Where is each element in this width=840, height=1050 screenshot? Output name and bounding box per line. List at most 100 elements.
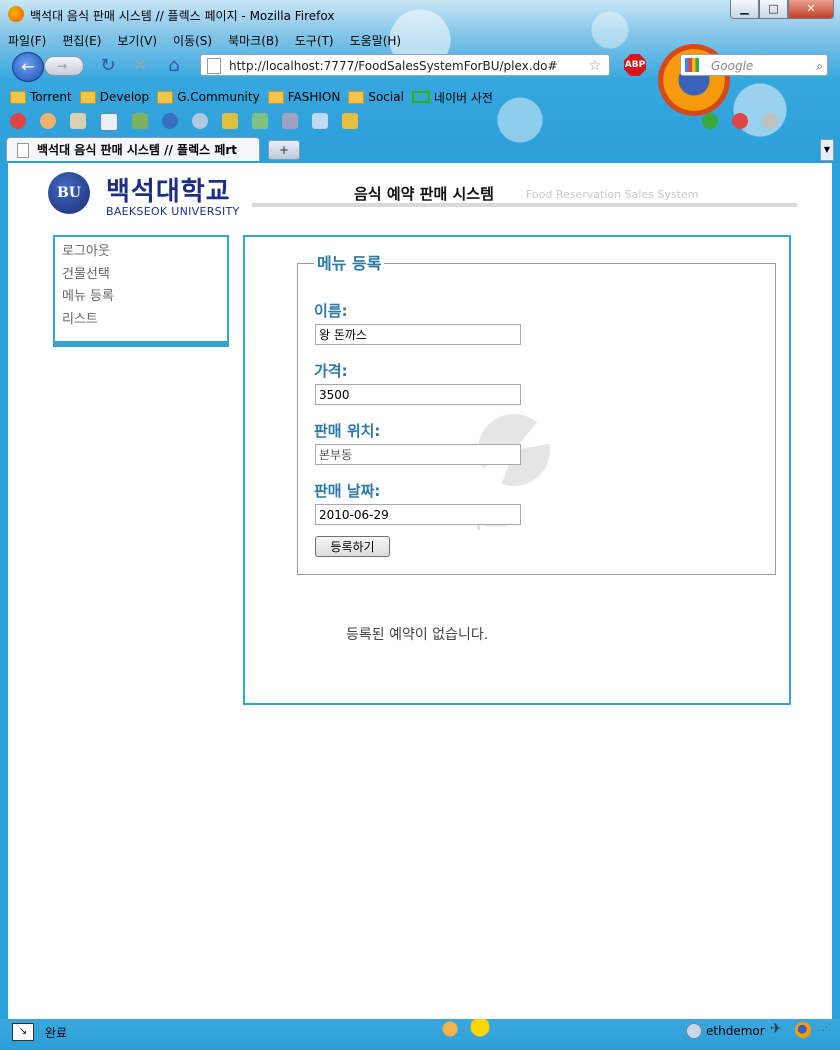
logo-badge: BU xyxy=(48,172,90,214)
key-icon[interactable] xyxy=(342,113,358,129)
menu-bookmarks[interactable]: 북마크(B) xyxy=(226,31,281,51)
menu-tools[interactable]: 도구(T) xyxy=(293,31,336,51)
stop-icon[interactable]: ✕ xyxy=(128,54,152,78)
status-bar: ↘ 완료 ethdemor ✈ ⋰ xyxy=(0,1019,840,1050)
page-icon xyxy=(207,58,221,74)
menu-file[interactable]: 파일(F) xyxy=(6,31,48,51)
status-user: ethdemor xyxy=(706,1024,765,1038)
tab-active[interactable]: 백석대 음식 판매 시스템 // 플렉스 페rt xyxy=(6,137,260,161)
reload-icon[interactable]: ↻ xyxy=(96,54,120,78)
bookmark-star-icon[interactable]: ☆ xyxy=(588,55,601,77)
bookmark-label: FASHION xyxy=(287,90,341,104)
bookmark-folder-develop[interactable]: Develop xyxy=(79,87,150,107)
bookmark-label: 네이버 사전 xyxy=(433,90,493,105)
date-label: 판매 날짜: xyxy=(314,482,381,500)
sidebar-item-logout[interactable]: 로그아웃 xyxy=(62,241,220,264)
menu-history[interactable]: 이동(S) xyxy=(171,31,214,51)
navigation-toolbar: ← → ↻ ✕ ⌂ http://localhost:7777/FoodSale… xyxy=(10,44,830,116)
form-icon[interactable] xyxy=(100,113,118,131)
logo-english-text: BAEKSEOK UNIVERSITY xyxy=(106,205,240,218)
block-icon[interactable] xyxy=(10,113,26,129)
folder-icon xyxy=(157,90,174,104)
form-legend: 메뉴 등록 xyxy=(314,250,385,274)
bookmark-folder-gcommunity[interactable]: G.Community xyxy=(157,87,260,107)
empty-reservations-message: 등록된 예약이 없습니다. xyxy=(346,627,489,643)
error-icon xyxy=(732,113,748,129)
minimize-button[interactable]: ▁ xyxy=(730,0,759,19)
tools-icon[interactable] xyxy=(252,113,268,129)
globe-icon xyxy=(686,1023,702,1039)
status-toggle-icon[interactable]: ↘ xyxy=(12,1023,34,1041)
forward-arrow-icon: → xyxy=(57,59,68,73)
globe-icon[interactable] xyxy=(192,113,208,129)
menu-help[interactable]: 도움말(H) xyxy=(348,31,404,51)
bookmark-label: Develop xyxy=(99,90,150,104)
window-controls: ▁ □ ✕ xyxy=(730,0,834,19)
folder-icon xyxy=(348,90,365,104)
address-bar[interactable]: http://localhost:7777/FoodSalesSystemFor… xyxy=(200,54,610,76)
location-label: 판매 위치: xyxy=(314,422,381,440)
image-icon[interactable] xyxy=(132,113,148,129)
back-button[interactable]: ← xyxy=(12,52,44,82)
window-title: 백석대 음식 판매 시스템 // 플렉스 페이지 - Mozilla Firef… xyxy=(30,9,335,23)
page-icon xyxy=(17,143,29,158)
tab-list-chevron-icon[interactable]: ▼ xyxy=(820,139,834,161)
sidebar-item-menu-register[interactable]: 메뉴 등록 xyxy=(62,286,220,309)
addon-toolbar xyxy=(10,113,778,133)
maximize-button[interactable]: □ xyxy=(759,0,788,19)
price-field[interactable] xyxy=(315,384,521,405)
naver-icon xyxy=(411,91,430,103)
bookmark-folder-torrent[interactable]: Torrent xyxy=(10,87,72,107)
header-divider xyxy=(252,203,797,207)
home-icon[interactable]: ⌂ xyxy=(162,54,186,78)
new-tab-button[interactable]: + xyxy=(268,140,300,160)
name-label: 이름: xyxy=(314,302,348,320)
folder-icon xyxy=(267,90,284,104)
tab-title: 백석대 음식 판매 시스템 // 플렉스 페rt xyxy=(37,143,238,157)
bookmark-folder-social[interactable]: Social xyxy=(348,87,404,107)
forward-button[interactable]: → xyxy=(44,56,84,76)
date-field[interactable] xyxy=(315,504,521,525)
sidebar-item-list[interactable]: 리스트 xyxy=(62,309,220,332)
university-logo[interactable]: BU 백석대학교 BAEKSEOK UNIVERSITY xyxy=(48,169,240,218)
bookmarks-toolbar: Torrent Develop G.Community FASHION Soci… xyxy=(10,87,493,107)
bookmark-folder-fashion[interactable]: FASHION xyxy=(267,87,341,107)
search-input[interactable]: Google ⌕ xyxy=(680,54,828,76)
info-icon[interactable] xyxy=(162,113,178,129)
sidebar-item-building-select[interactable]: 건물선택 xyxy=(62,264,220,287)
close-button[interactable]: ✕ xyxy=(788,0,834,19)
bookmark-label: Torrent xyxy=(30,90,72,104)
page-content: BU 백석대학교 BAEKSEOK UNIVERSITY 음식 예약 판매 시스… xyxy=(8,163,832,1019)
wrench-icon[interactable] xyxy=(282,113,298,129)
menu-edit[interactable]: 편집(E) xyxy=(60,31,103,51)
tab-bar: 백석대 음식 판매 시스템 // 플렉스 페rt + ▼ xyxy=(6,137,834,162)
adblock-icon[interactable]: ABP xyxy=(624,54,646,76)
search-placeholder: Google xyxy=(711,59,754,73)
title-bar: 백석대 음식 판매 시스템 // 플렉스 페이지 - Mozilla Firef… xyxy=(0,0,840,30)
card-icon[interactable] xyxy=(70,113,86,129)
menu-register-form: 메뉴 등록 학교 이름: 가격: 판매 위치: 판매 날짜: 등록하기 xyxy=(297,250,776,575)
source-icon[interactable] xyxy=(312,113,328,129)
price-label: 가격: xyxy=(314,362,348,380)
menu-view[interactable]: 보기(V) xyxy=(115,31,159,51)
check-ok-icon xyxy=(702,113,718,129)
site-subtitle: Food Reservation Sales System xyxy=(526,188,699,201)
firefox-icon xyxy=(8,6,24,22)
firefox-small-icon[interactable] xyxy=(795,1022,811,1038)
back-arrow-icon: ← xyxy=(21,57,35,76)
menu-bar: 파일(F) 편집(E) 보기(V) 이동(S) 북마크(B) 도구(T) 도움말… xyxy=(6,31,403,51)
resize-grip-icon[interactable]: ⋰ xyxy=(822,1023,834,1037)
site-title: 음식 예약 판매 시스템 xyxy=(354,185,494,203)
sidebar-menu: 로그아웃 건물선택 메뉴 등록 리스트 xyxy=(53,235,229,347)
name-field[interactable] xyxy=(315,324,521,345)
search-icon[interactable]: ⌕ xyxy=(816,55,823,77)
browser-window: 백석대 음식 판매 시스템 // 플렉스 페이지 - Mozilla Firef… xyxy=(0,0,840,1050)
bookmark-naver-dictionary[interactable]: 네이버 사전 xyxy=(411,87,493,107)
location-field[interactable] xyxy=(315,444,521,465)
pencil-icon[interactable] xyxy=(222,113,238,129)
register-button[interactable]: 등록하기 xyxy=(315,536,390,557)
user-icon[interactable] xyxy=(40,113,56,129)
satellite-icon[interactable]: ✈ xyxy=(770,1021,782,1037)
url-text: http://localhost:7777/FoodSalesSystemFor… xyxy=(229,59,558,73)
status-text: 완료 xyxy=(45,1026,68,1040)
